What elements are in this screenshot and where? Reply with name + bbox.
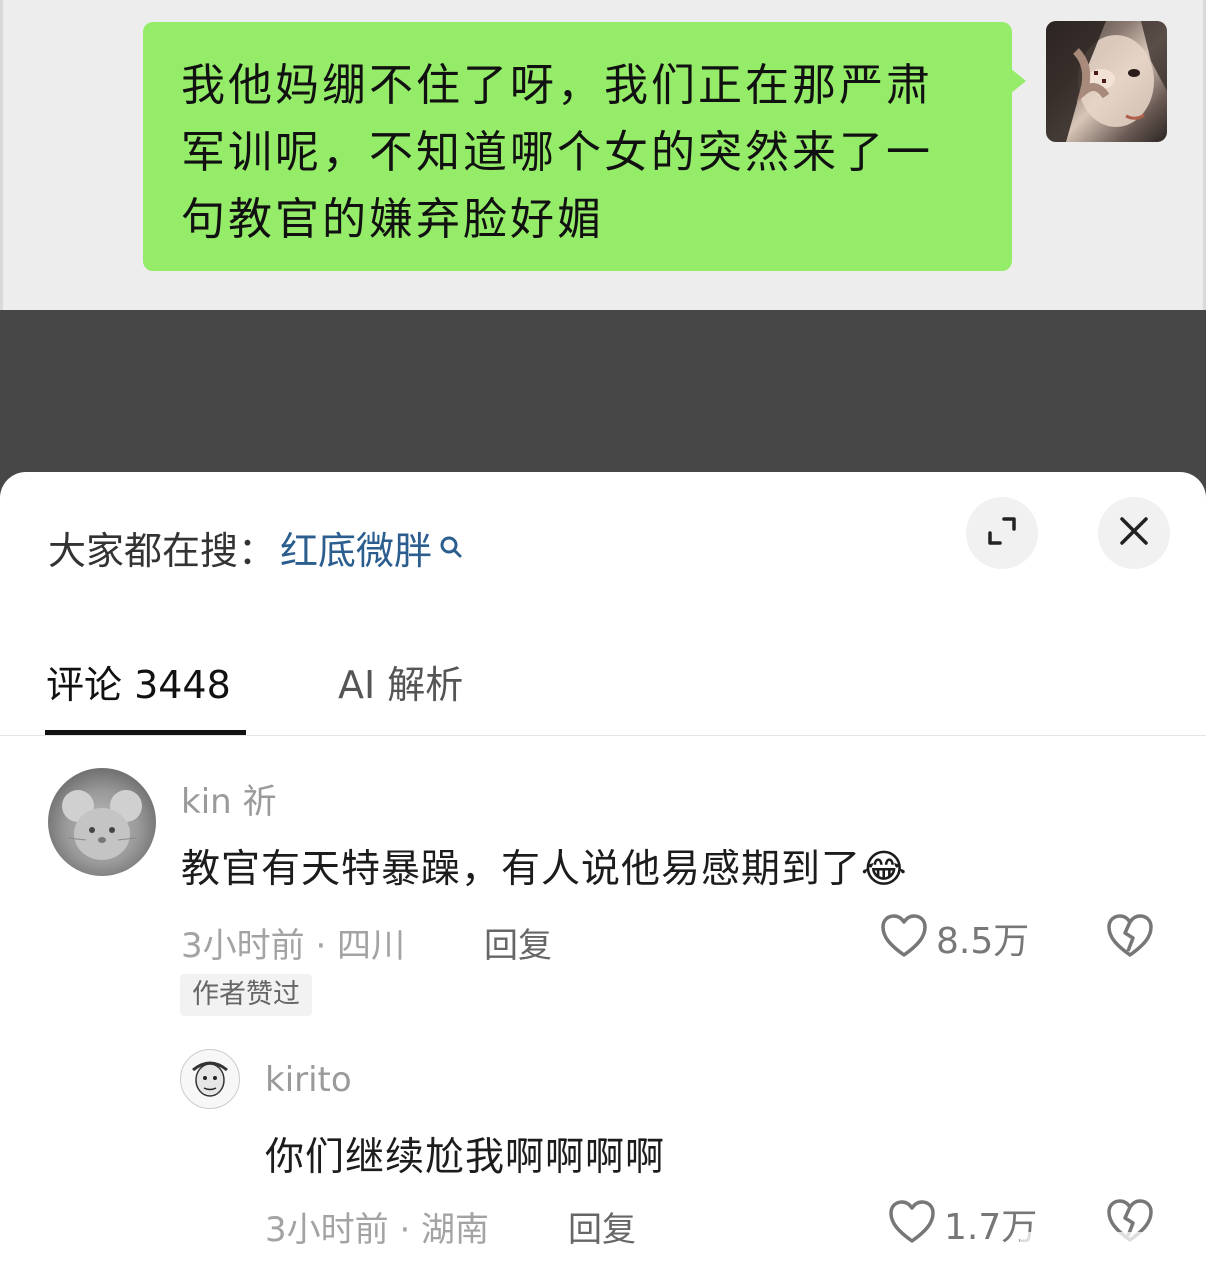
tabs-divider: [0, 735, 1206, 736]
chat-avatar: [1046, 21, 1167, 142]
avatar[interactable]: [48, 768, 156, 876]
search-icon: [438, 525, 464, 558]
tab-comments[interactable]: 评论 3448: [46, 654, 231, 709]
reply-reply-button[interactable]: 回复: [568, 1202, 636, 1251]
watermark: [1020, 1232, 1200, 1268]
trending-search-term[interactable]: 红底微胖: [280, 520, 432, 575]
laughing-crying-emoji: 😂: [861, 847, 908, 892]
reply-button[interactable]: 回复: [484, 918, 552, 967]
comment-username[interactable]: kin 祈: [181, 774, 277, 823]
trending-search-label: 大家都在搜：: [48, 528, 277, 573]
close-icon: [1116, 513, 1152, 553]
comment-text: 教官有天特暴躁，有人说他易感期到了😂: [181, 838, 908, 894]
broken-heart-icon[interactable]: [1106, 913, 1154, 963]
comment-panel: 大家都在搜： 红底微胖 评论 3448 AI 解析 kin 祈 教官有天特暴躁，…: [0, 472, 1206, 1275]
tab-ai-analysis[interactable]: AI 解析: [338, 654, 463, 709]
author-liked-badge: 作者赞过: [180, 974, 312, 1016]
chat-bubble-tail: [1010, 68, 1026, 94]
reply-time-location: 3小时前 · 湖南: [265, 1210, 490, 1250]
reply-text: 你们继续尬我啊啊啊啊: [265, 1135, 666, 1180]
chat-message: 我他妈绷不住了呀，我们正在那严肃军训呢，不知道哪个女的突然来了一句教官的嫌弃脸好…: [181, 60, 933, 245]
comment-body: 教官有天特暴躁，有人说他易感期到了: [181, 847, 862, 892]
reply-avatar[interactable]: [180, 1049, 240, 1109]
heart-icon: [880, 913, 928, 963]
close-button[interactable]: [1098, 497, 1170, 569]
like-count: 8.5万: [936, 921, 1030, 962]
chat-bubble: 我他妈绷不住了呀，我们正在那严肃军训呢，不知道哪个女的突然来了一句教官的嫌弃脸好…: [143, 22, 1012, 271]
like-button[interactable]: 8.5万: [880, 912, 1029, 964]
reply-username[interactable]: kirito: [265, 1060, 352, 1100]
comment-tabs: 评论 3448 AI 解析: [0, 624, 1206, 736]
reply-like-button[interactable]: 1.7万: [888, 1198, 1037, 1250]
comment-time-location: 3小时前 · 四川: [181, 926, 406, 966]
trending-search[interactable]: 大家都在搜： 红底微胖: [48, 520, 464, 575]
expand-button[interactable]: [966, 497, 1038, 569]
expand-icon: [984, 513, 1020, 553]
chat-edge-left: [0, 0, 3, 310]
chat-screenshot: 我他妈绷不住了呀，我们正在那严肃军训呢，不知道哪个女的突然来了一句教官的嫌弃脸好…: [0, 0, 1206, 310]
heart-icon: [888, 1199, 936, 1249]
